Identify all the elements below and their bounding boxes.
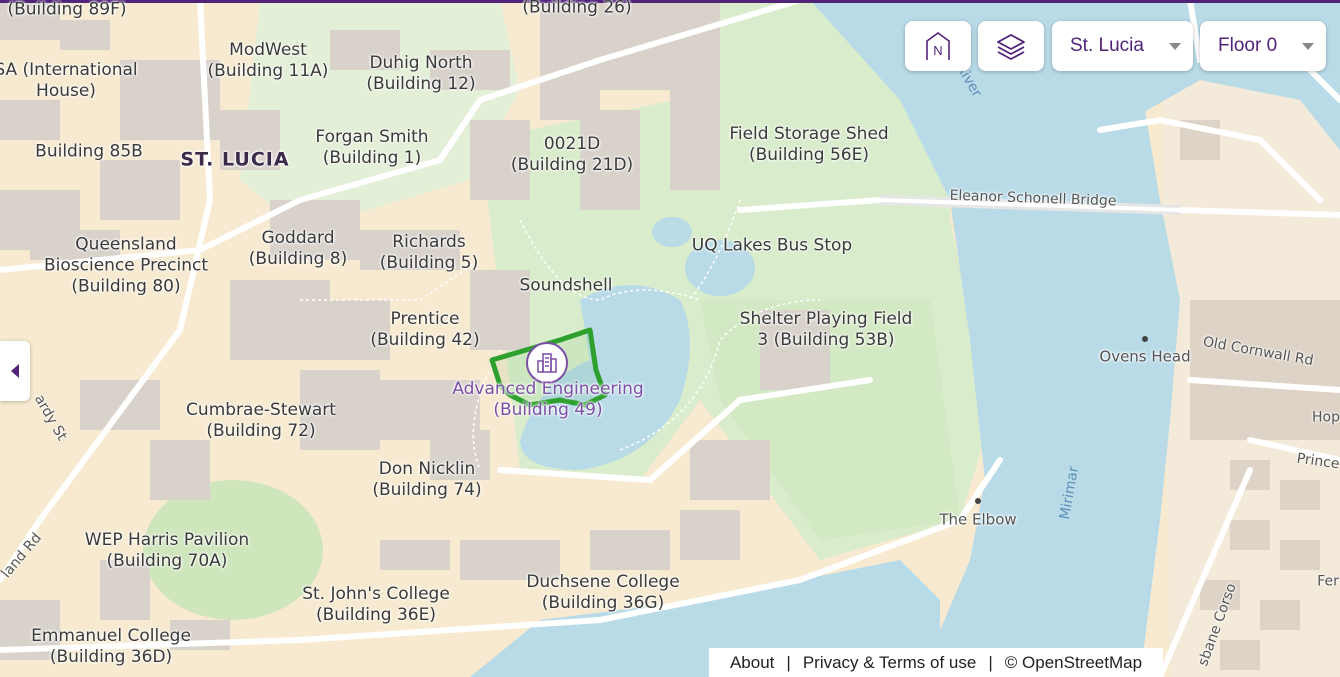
place-dot	[1142, 336, 1148, 342]
building-label[interactable]: Forgan Smith (Building 1)	[315, 127, 428, 169]
selected-building-label[interactable]: Advanced Engineering (Building 49)	[452, 379, 643, 421]
chevron-left-icon	[11, 364, 19, 378]
campus-select[interactable]: St. Lucia	[1052, 21, 1193, 71]
road-label: Hop	[1312, 409, 1340, 426]
chevron-down-icon	[1302, 43, 1314, 50]
building-label[interactable]: Goddard (Building 8)	[249, 228, 347, 270]
about-link[interactable]: About	[730, 653, 774, 673]
north-icon: N	[926, 32, 950, 60]
layers-button[interactable]	[978, 21, 1044, 71]
north-orientation-button[interactable]: N	[905, 21, 971, 71]
building-label[interactable]: (Building 26)	[522, 0, 631, 19]
building-label[interactable]: Richards (Building 5)	[380, 232, 478, 274]
building-label[interactable]: Emmanuel College (Building 36D)	[31, 626, 191, 668]
floor-select[interactable]: Floor 0	[1200, 21, 1326, 71]
brand-top-bar	[0, 0, 1340, 3]
building-label[interactable]: Duhig North (Building 12)	[366, 53, 475, 95]
building-label[interactable]: ModWest (Building 11A)	[208, 40, 329, 82]
sidebar-toggle-button[interactable]	[0, 341, 30, 401]
building-label[interactable]: Queensland Bioscience Precinct (Building 8…	[44, 235, 208, 298]
road-label: Fer	[1317, 573, 1339, 590]
chevron-down-icon	[1169, 43, 1181, 50]
openstreetmap-link[interactable]: © OpenStreetMap	[1005, 653, 1142, 673]
separator: |	[786, 652, 791, 672]
svg-text:N: N	[933, 43, 942, 58]
building-label[interactable]: 0021D (Building 21D)	[511, 134, 633, 176]
building-label[interactable]: Prentice (Building 42)	[370, 309, 479, 351]
building-label[interactable]: Duchsene College (Building 36G)	[526, 572, 679, 614]
layers-icon	[997, 34, 1025, 60]
building-label[interactable]: Field Storage Shed (Building 56E)	[729, 124, 888, 166]
building-label[interactable]: St. John's College (Building 36E)	[302, 584, 450, 626]
attribution-bar: About | Privacy & Terms of use | © OpenS…	[709, 648, 1163, 677]
place-label: Ovens Head	[1099, 347, 1191, 366]
building-label[interactable]: (Building 89F)	[7, 0, 126, 21]
building-label[interactable]: Shelter Playing Field 3 (Building 53B)	[740, 309, 913, 351]
building-label[interactable]: WEP Harris Pavilion (Building 70A)	[85, 530, 249, 572]
campus-label: ST. LUCIA	[180, 148, 290, 171]
building-label[interactable]: Building 85B	[35, 142, 143, 163]
building-label[interactable]: SA (International House)	[0, 60, 138, 102]
building-label[interactable]: Soundshell	[519, 276, 612, 297]
floor-select-value: Floor 0	[1218, 35, 1278, 56]
building-label[interactable]: Don Nicklin (Building 74)	[372, 459, 481, 501]
place-dot	[975, 498, 981, 504]
separator: |	[988, 652, 993, 672]
campus-select-value: St. Lucia	[1070, 35, 1144, 56]
building-label[interactable]: Cumbrae-Stewart (Building 72)	[186, 400, 336, 442]
building-marker-icon[interactable]	[526, 342, 568, 384]
privacy-link[interactable]: Privacy & Terms of use	[803, 653, 977, 673]
building-label[interactable]: UQ Lakes Bus Stop	[692, 236, 852, 257]
place-label: The Elbow	[939, 510, 1017, 529]
